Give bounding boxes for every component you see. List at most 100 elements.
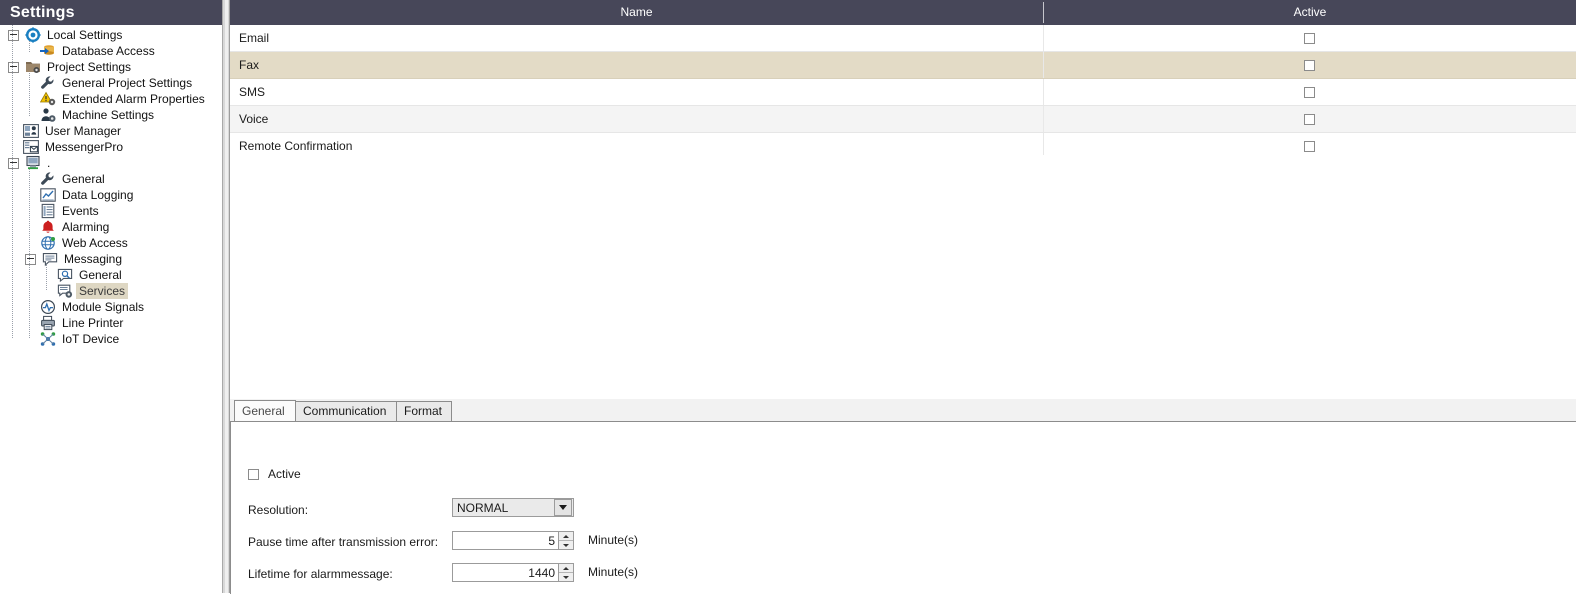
- tree-item-data-logging[interactable]: Data Logging: [0, 187, 222, 203]
- chart-log-icon: [40, 187, 56, 203]
- tree-item-messengerpro[interactable]: MessengerPro: [0, 139, 222, 155]
- signal-wave-icon: [40, 299, 56, 315]
- database-arrow-icon: [40, 43, 56, 59]
- tree-item-module-signals[interactable]: Module Signals: [0, 299, 222, 315]
- row-active-cell[interactable]: [1043, 25, 1576, 51]
- row-active-checkbox[interactable]: [1304, 113, 1315, 125]
- tree-item-web-access[interactable]: Web Access: [0, 235, 222, 251]
- tree-item-general[interactable]: General: [0, 267, 222, 283]
- tree-item-label: IoT Device: [62, 332, 120, 346]
- printer-icon: [40, 315, 56, 331]
- tree-item-label: .: [47, 156, 51, 170]
- table-row[interactable]: Fax: [230, 52, 1576, 79]
- row-active-checkbox[interactable]: [1304, 140, 1315, 152]
- tree-item-iot-device[interactable]: IoT Device: [0, 331, 222, 347]
- tree-item-label: Extended Alarm Properties: [62, 92, 205, 106]
- tree-guide-line: [29, 169, 30, 339]
- tree-collapse-icon[interactable]: [8, 29, 19, 41]
- tree-item-line-printer[interactable]: Line Printer: [0, 315, 222, 331]
- tree-item-extended-alarm-properties[interactable]: Extended Alarm Properties: [0, 91, 222, 107]
- tree-collapse-icon[interactable]: [25, 253, 36, 265]
- tree-item-general[interactable]: General: [0, 171, 222, 187]
- sidebar-splitter[interactable]: [222, 0, 230, 593]
- tab-communication[interactable]: Communication: [295, 401, 397, 421]
- tree-item-label: Database Access: [62, 44, 155, 58]
- table-row[interactable]: SMS: [230, 79, 1576, 106]
- speech-bubble-icon: [42, 251, 58, 267]
- gear-blue-icon: [25, 27, 41, 43]
- tab-general[interactable]: General: [234, 400, 296, 421]
- row-active-cell[interactable]: [1043, 79, 1576, 105]
- table-row[interactable]: Voice: [230, 106, 1576, 133]
- tree-item-label: Alarming: [62, 220, 110, 234]
- splitter-grip: [225, 0, 228, 593]
- row-name-cell: SMS: [239, 85, 266, 99]
- tree-guide-line: [46, 265, 47, 291]
- wrench-icon: [40, 171, 56, 187]
- grid-empty-area: [230, 155, 1576, 399]
- tree-item-user-manager[interactable]: User Manager: [0, 123, 222, 139]
- pause-time-input[interactable]: 5: [452, 531, 559, 550]
- column-header-name[interactable]: Name: [230, 0, 1043, 25]
- settings-sidebar: Settings Local Settings Database Access Pr…: [0, 0, 222, 593]
- spin-down-icon[interactable]: [559, 573, 573, 581]
- tree-item-label: Messaging: [64, 252, 123, 266]
- tree-item-project-settings[interactable]: Project Settings: [0, 59, 222, 75]
- row-active-cell[interactable]: [1043, 106, 1576, 132]
- column-header-active[interactable]: Active: [1044, 0, 1576, 25]
- tree-item-label: General Project Settings: [62, 76, 193, 90]
- pause-time-stepper[interactable]: 5: [452, 531, 574, 550]
- tree-item-local-settings[interactable]: Local Settings: [0, 27, 222, 43]
- tree-item-label: MessengerPro: [45, 140, 124, 154]
- bubble-gear-icon: [57, 283, 73, 299]
- chevron-down-icon[interactable]: [554, 499, 572, 516]
- lifetime-stepper[interactable]: 1440: [452, 563, 574, 582]
- bubble-search-icon: [57, 267, 73, 283]
- tree-item-label: Data Logging: [62, 188, 134, 202]
- lifetime-label: Lifetime for alarmmessage:: [248, 567, 393, 581]
- tree-collapse-icon[interactable]: [8, 157, 19, 169]
- lifetime-spin-buttons[interactable]: [559, 563, 574, 582]
- spin-down-icon[interactable]: [559, 541, 573, 549]
- active-checkbox-label: Active: [268, 467, 301, 481]
- spin-up-icon[interactable]: [559, 564, 573, 573]
- row-active-cell[interactable]: [1043, 52, 1576, 78]
- resolution-label: Resolution:: [248, 503, 309, 517]
- grid-body: Email Fax SMS Voice Remote Confirmation: [230, 25, 1576, 160]
- row-name-cell: Voice: [239, 112, 269, 126]
- bell-red-icon: [40, 219, 56, 235]
- resolution-dropdown[interactable]: NORMAL: [452, 498, 574, 517]
- spin-up-icon[interactable]: [559, 532, 573, 541]
- lifetime-input[interactable]: 1440: [452, 563, 559, 582]
- tree-item-label: User Manager: [45, 124, 122, 138]
- tree-item-general-project-settings[interactable]: General Project Settings: [0, 75, 222, 91]
- tree-item-services[interactable]: Services: [0, 283, 222, 299]
- details-panel: General Communication Format Active Resolu…: [230, 399, 1576, 594]
- globe-icon: [40, 235, 56, 251]
- tree-item-messaging[interactable]: Messaging: [0, 251, 222, 267]
- tree-item-events[interactable]: Events: [0, 203, 222, 219]
- tree-item-[interactable]: .: [0, 155, 222, 171]
- row-active-checkbox[interactable]: [1304, 59, 1315, 71]
- row-active-checkbox[interactable]: [1304, 32, 1315, 44]
- table-row[interactable]: Email: [230, 25, 1576, 52]
- tree-item-label: Module Signals: [62, 300, 145, 314]
- tree-item-machine-settings[interactable]: Machine Settings: [0, 107, 222, 123]
- active-checkbox[interactable]: [248, 468, 259, 480]
- tree-item-label: Local Settings: [47, 28, 123, 42]
- main-content: Name Active Email Fax SMS Voice Remote Confi…: [230, 0, 1576, 594]
- pause-time-spin-buttons[interactable]: [559, 531, 574, 550]
- active-checkbox-row[interactable]: Active: [248, 467, 301, 481]
- tree-collapse-icon[interactable]: [8, 61, 19, 73]
- tree-item-database-access[interactable]: Database Access: [0, 43, 222, 59]
- tree-item-label: General: [62, 172, 105, 186]
- settings-tree[interactable]: Local Settings Database Access Project Set…: [0, 25, 222, 347]
- tree-item-label: Machine Settings: [62, 108, 155, 122]
- tree-item-label: Web Access: [62, 236, 128, 250]
- tree-item-alarming[interactable]: Alarming: [0, 219, 222, 235]
- tree-item-label: Project Settings: [47, 60, 132, 74]
- warning-gear-icon: [40, 91, 56, 107]
- row-active-checkbox[interactable]: [1304, 86, 1315, 98]
- services-grid: Name Active Email Fax SMS Voice Remote Confi…: [230, 0, 1576, 399]
- tab-format[interactable]: Format: [396, 401, 452, 421]
